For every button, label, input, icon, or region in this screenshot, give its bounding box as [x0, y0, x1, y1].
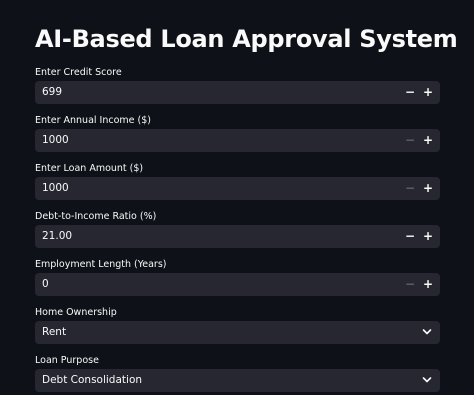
- loan-purpose-selected-value[interactable]: Debt Consolidation: [42, 369, 142, 392]
- credit-score-input[interactable]: 699 − +: [35, 81, 440, 104]
- loan-purpose-label: Loan Purpose: [35, 355, 99, 366]
- credit-score-label: Enter Credit Score: [35, 67, 122, 78]
- dti-ratio-field: Debt-to-Income Ratio (%) 21.00 − +: [35, 210, 440, 248]
- annual-income-field: Enter Annual Income ($) 1000 − +: [35, 114, 440, 152]
- dti-ratio-decrement-button[interactable]: −: [400, 225, 420, 248]
- home-ownership-field: Home Ownership Rent: [35, 306, 440, 344]
- dti-ratio-value[interactable]: 21.00: [42, 225, 72, 248]
- credit-score-value[interactable]: 699: [42, 81, 62, 104]
- credit-score-decrement-button[interactable]: −: [400, 81, 420, 104]
- annual-income-label: Enter Annual Income ($): [35, 115, 151, 126]
- employment-length-label: Employment Length (Years): [35, 259, 167, 270]
- loan-amount-input[interactable]: 1000 − +: [35, 177, 440, 200]
- annual-income-input[interactable]: 1000 − +: [35, 129, 440, 152]
- loan-purpose-select[interactable]: Debt Consolidation: [35, 369, 440, 392]
- loan-amount-field: Enter Loan Amount ($) 1000 − +: [35, 162, 440, 200]
- page-title-text: AI-Based Loan Approval System: [35, 25, 458, 53]
- app-page: AI-Based Loan Approval System Enter Cred…: [0, 0, 474, 395]
- employment-length-value[interactable]: 0: [42, 273, 49, 296]
- chevron-down-icon[interactable]: [422, 376, 432, 384]
- credit-score-increment-button[interactable]: +: [418, 81, 438, 104]
- employment-length-field: Employment Length (Years) 0 − +: [35, 258, 440, 296]
- credit-score-field: Enter Credit Score 699 − +: [35, 66, 440, 104]
- annual-income-decrement-button[interactable]: −: [400, 129, 420, 152]
- loan-amount-value[interactable]: 1000: [42, 177, 69, 200]
- employment-length-increment-button[interactable]: +: [418, 273, 438, 296]
- home-ownership-select[interactable]: Rent: [35, 321, 440, 344]
- annual-income-value[interactable]: 1000: [42, 129, 69, 152]
- home-ownership-label: Home Ownership: [35, 307, 117, 318]
- dti-ratio-label: Debt-to-Income Ratio (%): [35, 211, 157, 222]
- dti-ratio-increment-button[interactable]: +: [418, 225, 438, 248]
- loan-amount-increment-button[interactable]: +: [418, 177, 438, 200]
- chevron-down-icon[interactable]: [422, 328, 432, 336]
- page-title: AI-Based Loan Approval System: [35, 24, 474, 56]
- employment-length-input[interactable]: 0 − +: [35, 273, 440, 296]
- loan-purpose-field: Loan Purpose Debt Consolidation: [35, 354, 440, 392]
- dti-ratio-input[interactable]: 21.00 − +: [35, 225, 440, 248]
- loan-amount-decrement-button[interactable]: −: [400, 177, 420, 200]
- employment-length-decrement-button[interactable]: −: [400, 273, 420, 296]
- home-ownership-selected-value[interactable]: Rent: [42, 321, 66, 344]
- loan-amount-label: Enter Loan Amount ($): [35, 163, 144, 174]
- annual-income-increment-button[interactable]: +: [418, 129, 438, 152]
